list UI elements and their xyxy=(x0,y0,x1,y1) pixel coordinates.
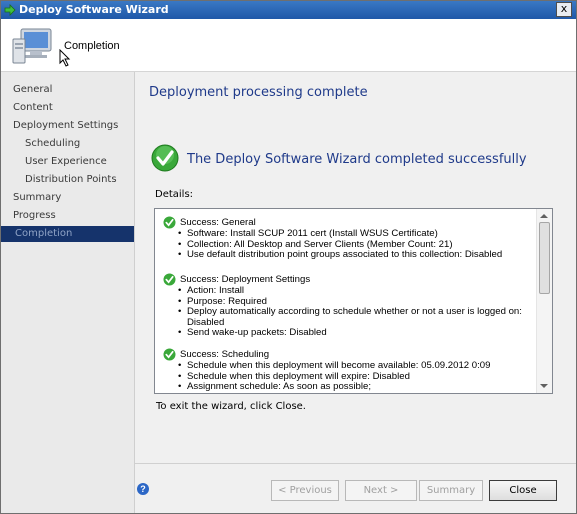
success-check-icon xyxy=(151,144,179,172)
wizard-content: Deployment processing complete The Deplo… xyxy=(135,72,576,462)
success-message: The Deploy Software Wizard completed suc… xyxy=(187,152,527,167)
sidebar-item-progress[interactable]: Progress xyxy=(1,208,134,224)
wizard-arrow-icon xyxy=(4,4,16,16)
detail-item: Action: Install xyxy=(178,285,527,297)
sidebar-item-deployment-settings[interactable]: Deployment Settings xyxy=(1,118,134,134)
title-bar[interactable]: Deploy Software Wizard x xyxy=(1,1,576,19)
details-panel[interactable]: Success: General Software: Install SCUP … xyxy=(154,208,553,394)
mouse-cursor-icon xyxy=(59,49,71,67)
detail-item: Assignment schedule: As soon as possible… xyxy=(178,381,490,393)
window-title: Deploy Software Wizard xyxy=(19,3,169,16)
next-button[interactable]: Next > xyxy=(345,480,417,501)
sidebar-item-content[interactable]: Content xyxy=(1,100,134,116)
computer-icon xyxy=(12,28,52,64)
close-button[interactable]: Close xyxy=(489,480,557,501)
detail-item: Schedule when this deployment will becom… xyxy=(178,360,490,372)
detail-item: Send wake-up packets: Disabled xyxy=(178,327,527,339)
details-scrollbar[interactable] xyxy=(536,209,552,393)
exit-instructions: To exit the wizard, click Close. xyxy=(156,401,306,412)
summary-button[interactable]: Summary xyxy=(419,480,483,501)
sidebar-item-scheduling[interactable]: Scheduling xyxy=(1,136,134,152)
close-window-button[interactable]: x xyxy=(556,2,572,17)
success-check-icon xyxy=(163,273,176,286)
previous-button[interactable]: < Previous xyxy=(271,480,339,501)
section-title: Success: General xyxy=(180,217,256,228)
sidebar-item-distribution-points[interactable]: Distribution Points xyxy=(1,172,134,188)
wizard-sidebar: General Content Deployment Settings Sche… xyxy=(1,72,135,513)
wizard-footer: ? < Previous Next > Summary Close xyxy=(135,463,576,513)
scroll-thumb[interactable] xyxy=(539,222,550,294)
section-title: Success: Scheduling xyxy=(180,349,270,360)
detail-item: Deploy automatically according to schedu… xyxy=(178,306,527,328)
header-page-title: Completion xyxy=(64,40,120,52)
sidebar-item-general[interactable]: General xyxy=(1,82,134,98)
wizard-header: Completion xyxy=(1,19,576,72)
details-section-general: Success: General Software: Install SCUP … xyxy=(163,216,502,261)
section-title: Success: Deployment Settings xyxy=(180,274,311,285)
page-heading: Deployment processing complete xyxy=(149,85,368,100)
details-content: Success: General Software: Install SCUP … xyxy=(155,209,536,393)
details-label: Details: xyxy=(155,189,194,200)
sidebar-item-completion[interactable]: Completion xyxy=(1,226,134,242)
sidebar-item-summary[interactable]: Summary xyxy=(1,190,134,206)
wizard-window: Deploy Software Wizard x Completion Gene… xyxy=(0,0,577,514)
success-check-icon xyxy=(163,348,176,361)
success-check-icon xyxy=(163,216,176,229)
scroll-down-arrow-icon[interactable] xyxy=(540,384,548,388)
scroll-up-arrow-icon[interactable] xyxy=(540,214,548,218)
help-icon[interactable]: ? xyxy=(137,483,149,495)
sidebar-item-user-experience[interactable]: User Experience xyxy=(1,154,134,170)
detail-item: Use default distribution point groups as… xyxy=(178,249,502,261)
details-section-deployment-settings: Success: Deployment Settings Action: Ins… xyxy=(163,273,527,339)
details-section-scheduling: Success: Scheduling Schedule when this d… xyxy=(163,348,490,393)
detail-item: Software: Install SCUP 2011 cert (Instal… xyxy=(178,228,502,240)
